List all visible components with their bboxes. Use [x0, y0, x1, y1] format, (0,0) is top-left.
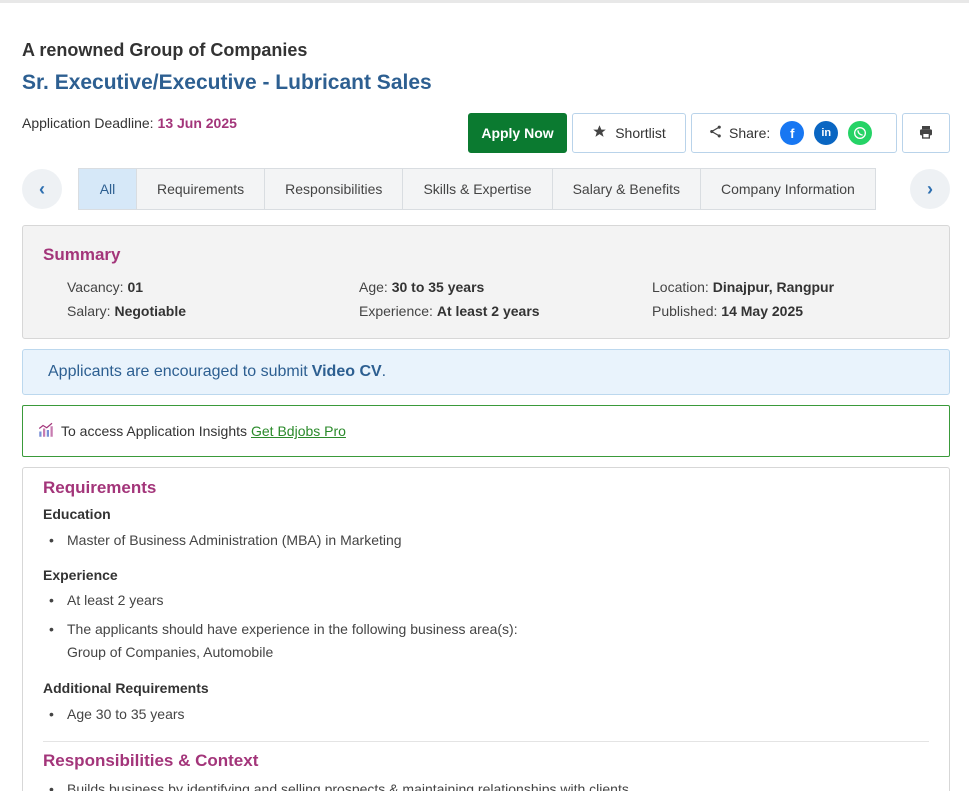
list-item: At least 2 years: [49, 592, 164, 608]
experience-value: At least 2 years: [436, 303, 540, 319]
chevron-right-icon: ›: [927, 178, 933, 199]
print-button[interactable]: [902, 113, 950, 153]
shortlist-label: Shortlist: [615, 125, 666, 141]
notice-video-cv: Video CV: [311, 363, 382, 380]
experience-item: At least 2 years: [67, 592, 164, 608]
whatsapp-icon[interactable]: [848, 121, 873, 145]
tab-salary-benefits[interactable]: Salary & Benefits: [553, 169, 701, 209]
additional-requirements-title: Additional Requirements: [43, 680, 209, 696]
salary-value: Negotiable: [114, 303, 187, 319]
education-item: Master of Business Administration (MBA) …: [67, 532, 402, 548]
section-divider: [43, 741, 929, 742]
summary-age: Age: 30 to 35 years: [359, 279, 484, 295]
tab-company-information[interactable]: Company Information: [701, 169, 875, 209]
shortlist-button[interactable]: Shortlist: [572, 113, 686, 153]
experience-item: The applicants should have experience in…: [67, 621, 518, 637]
notice-text: Applicants are encouraged to submit: [48, 363, 308, 380]
printer-icon: [918, 124, 934, 143]
company-name: A renowned Group of Companies: [22, 40, 308, 60]
tab-requirements[interactable]: Requirements: [137, 169, 266, 209]
video-cv-notice: Applicants are encouraged to submit Video…: [22, 349, 950, 395]
share-label: Share:: [729, 125, 771, 141]
summary-panel: Summary Vacancy: 01 Age: 30 to 35 years …: [22, 225, 950, 339]
list-item: Age 30 to 35 years: [49, 706, 185, 722]
facebook-icon[interactable]: f: [780, 121, 805, 145]
insights-chart-icon: [37, 421, 55, 442]
summary-salary: Salary: Negotiable: [67, 303, 186, 319]
job-title: Sr. Executive/Executive - Lubricant Sale…: [22, 71, 432, 94]
tab-responsibilities[interactable]: Responsibilities: [265, 169, 404, 209]
salary-label: Salary:: [67, 303, 111, 319]
summary-location: Location: Dinajpur, Rangpur: [652, 279, 834, 295]
application-deadline: Application Deadline: 13 Jun 2025: [22, 115, 237, 131]
tab-all[interactable]: All: [79, 169, 137, 209]
apply-now-button[interactable]: Apply Now: [468, 113, 567, 153]
age-label: Age:: [359, 279, 388, 295]
summary-title: Summary: [43, 245, 121, 264]
published-label: Published:: [652, 303, 718, 319]
list-item: The applicants should have experience in…: [49, 621, 518, 660]
vacancy-value: 01: [127, 279, 144, 295]
tabs-next-button[interactable]: ›: [910, 169, 950, 209]
deadline-date: 13 Jun 2025: [157, 115, 237, 131]
star-icon: [592, 124, 607, 142]
requirements-panel: Requirements Education Master of Busines…: [22, 467, 950, 791]
responsibilities-title: Responsibilities & Context: [43, 751, 259, 770]
location-label: Location:: [652, 279, 709, 295]
section-tabs: All Requirements Responsibilities Skills…: [78, 168, 876, 210]
location-value: Dinajpur, Rangpur: [712, 279, 835, 295]
responsibility-item: Builds business by identifying and selli…: [67, 781, 633, 791]
tabs-prev-button[interactable]: ‹: [22, 169, 62, 209]
get-bdjobs-pro-link[interactable]: Get Bdjobs Pro: [251, 423, 346, 439]
list-item: Builds business by identifying and selli…: [49, 781, 633, 791]
chevron-left-icon: ‹: [39, 178, 45, 199]
notice-end: .: [381, 363, 387, 380]
additional-item: Age 30 to 35 years: [67, 706, 185, 722]
tab-skills-expertise[interactable]: Skills & Expertise: [403, 169, 553, 209]
age-value: 30 to 35 years: [391, 279, 485, 295]
insights-text: To access Application Insights: [61, 423, 247, 439]
share-icon: [708, 124, 723, 142]
vacancy-label: Vacancy:: [67, 279, 124, 295]
application-insights-banner: To access Application Insights Get Bdjob…: [22, 405, 950, 457]
published-value: 14 May 2025: [721, 303, 804, 319]
list-item: Master of Business Administration (MBA) …: [49, 532, 402, 548]
education-title: Education: [43, 506, 111, 522]
deadline-label: Application Deadline:: [22, 115, 154, 131]
summary-experience: Experience: At least 2 years: [359, 303, 540, 319]
top-border: [0, 0, 969, 3]
experience-label: Experience:: [359, 303, 433, 319]
share-panel: Share: f in: [691, 113, 897, 153]
experience-title: Experience: [43, 567, 118, 583]
linkedin-icon[interactable]: in: [814, 121, 839, 145]
summary-published: Published: 14 May 2025: [652, 303, 803, 319]
requirements-title: Requirements: [43, 478, 157, 497]
experience-item-areas: Group of Companies, Automobile: [67, 644, 274, 660]
summary-vacancy: Vacancy: 01: [67, 279, 143, 295]
